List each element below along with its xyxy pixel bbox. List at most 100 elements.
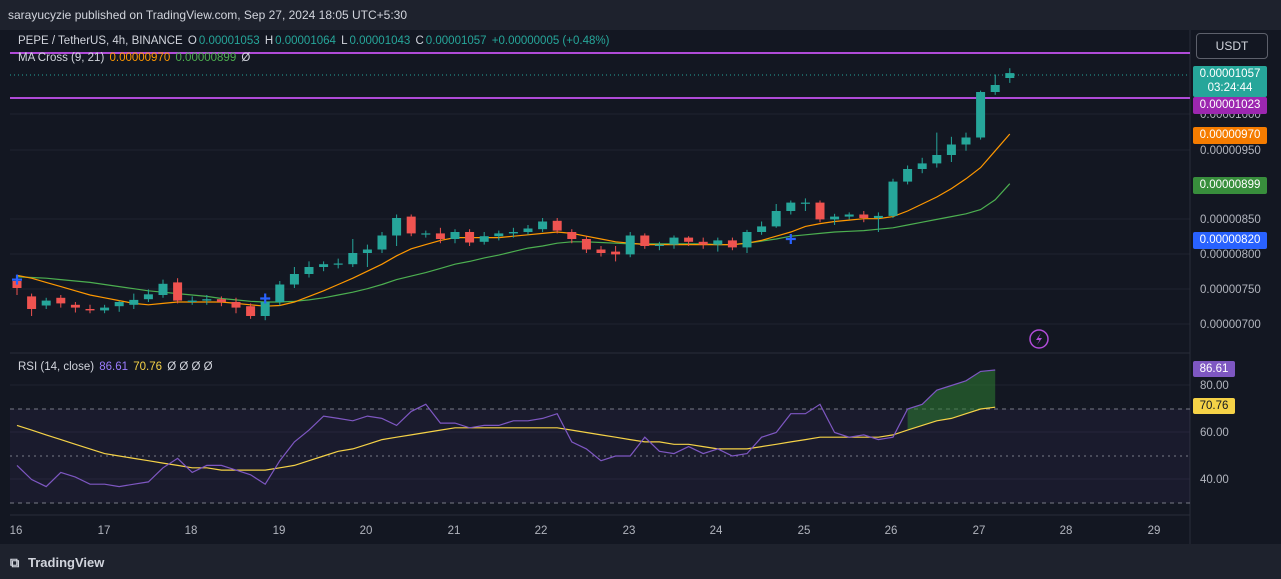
- price-label: 0.00000850: [1200, 214, 1261, 226]
- candle: [786, 200, 796, 215]
- time-label: 26: [885, 525, 898, 537]
- candle: [552, 218, 562, 234]
- rsi-tag: 86.61: [1193, 361, 1235, 377]
- candle-body: [830, 216, 840, 220]
- ma-fast-tag: 0.00000970: [1193, 127, 1267, 144]
- time-axis-labels: 16 17 18 19 20 21 22 23 24 25 26 27 28 29: [10, 525, 1161, 537]
- candle: [888, 178, 898, 218]
- candle-body: [114, 302, 124, 307]
- candle-body: [873, 215, 883, 218]
- candle-body: [479, 236, 489, 242]
- candle-body: [888, 181, 898, 216]
- candle: [859, 211, 869, 223]
- candle-body: [1005, 73, 1015, 78]
- candle-body: [844, 214, 854, 217]
- ma-fast-line: [16, 133, 1011, 307]
- ma-fast-value: 0.00000970: [109, 52, 171, 64]
- ma-label: MA Cross (9, 21): [18, 52, 105, 64]
- time-label: 21: [448, 525, 461, 537]
- candle-body: [552, 220, 562, 231]
- symbol-name: PEPE / TetherUS, 4h, BINANCE: [18, 35, 183, 47]
- candle: [465, 229, 475, 246]
- candle-body: [216, 299, 226, 302]
- candle: [41, 297, 51, 309]
- ma-legend[interactable]: MA Cross (9, 21) 0.00000970 0.00000899 Ø: [18, 52, 252, 64]
- candle-body: [231, 302, 241, 308]
- time-label: 23: [623, 525, 636, 537]
- footer-bar: ⧉ TradingView: [0, 544, 1281, 579]
- candle: [654, 241, 664, 251]
- last-price-tag: 0.00001057 03:24:44: [1193, 66, 1267, 97]
- candle-body: [173, 282, 183, 301]
- candle-body: [523, 228, 533, 232]
- candle-body: [917, 163, 927, 169]
- lightning-icon[interactable]: [1029, 329, 1049, 349]
- candle: [56, 295, 66, 308]
- time-label: 25: [798, 525, 811, 537]
- close-value: 0.00001057: [425, 35, 487, 47]
- candle-body: [903, 169, 913, 182]
- high-value: 0.00001064: [275, 35, 336, 47]
- candle: [392, 214, 402, 246]
- candle-body: [567, 232, 577, 239]
- candle: [289, 267, 299, 288]
- candle-body: [581, 239, 591, 250]
- candle-body: [859, 214, 869, 218]
- candle: [581, 236, 591, 253]
- candle: [494, 230, 504, 241]
- candle-body: [56, 297, 66, 304]
- chart-canvas[interactable]: 0.00001000 0.00000950 0.00000850 0.00000…: [0, 0, 1281, 579]
- candle: [333, 258, 343, 269]
- candle-body: [348, 253, 358, 265]
- open-value: 0.00001053: [198, 35, 260, 47]
- candle: [450, 229, 460, 244]
- candle: [27, 293, 37, 316]
- candle-body: [377, 235, 387, 250]
- candle-body: [319, 264, 329, 267]
- candle-body: [100, 307, 110, 311]
- candle: [800, 198, 810, 211]
- candle-body: [143, 294, 153, 300]
- candle-body: [611, 251, 621, 255]
- currency-button[interactable]: USDT: [1196, 33, 1268, 59]
- candle-body: [946, 144, 956, 155]
- candle: [844, 212, 854, 220]
- candle: [173, 278, 183, 304]
- rsi-legend[interactable]: RSI (14, close) 86.61 70.76 Ø Ø Ø Ø: [18, 361, 215, 373]
- ma-slow-value: 0.00000899: [175, 52, 237, 64]
- candle-body: [333, 263, 343, 265]
- candle-body: [260, 302, 270, 316]
- time-label: 24: [710, 525, 723, 537]
- candle-body: [202, 299, 212, 301]
- candle-body: [362, 249, 372, 253]
- resistance-tag: 0.00001023: [1193, 97, 1267, 114]
- tradingview-logo-icon: ⧉: [10, 555, 20, 570]
- candle: [479, 232, 489, 245]
- tradingview-logo[interactable]: ⧉ TradingView: [10, 555, 104, 571]
- last-price-value: 0.00001057: [1199, 68, 1261, 80]
- candle: [187, 296, 197, 305]
- candle: [362, 244, 372, 267]
- candle-body: [421, 233, 431, 235]
- candle-body: [158, 283, 168, 295]
- candle: [129, 293, 139, 309]
- symbol-legend[interactable]: PEPE / TetherUS, 4h, BINANCE O 0.00001053…: [18, 35, 611, 47]
- candle-body: [508, 232, 518, 234]
- candle-body: [757, 226, 767, 232]
- candle: [406, 214, 416, 237]
- candle-body: [800, 202, 810, 204]
- candle-body: [435, 233, 445, 239]
- candle-body: [406, 216, 416, 234]
- candle-body: [70, 304, 80, 308]
- candle: [976, 90, 986, 140]
- candle-body: [669, 237, 679, 245]
- time-label: 29: [1148, 525, 1161, 537]
- time-label: 20: [360, 525, 373, 537]
- candle: [640, 233, 650, 249]
- candle-body: [187, 300, 197, 302]
- price-label: 0.00000750: [1200, 284, 1261, 296]
- rsi-label: 60.00: [1200, 427, 1229, 439]
- candle: [771, 204, 781, 228]
- candle: [815, 200, 825, 223]
- low-value: 0.00001043: [349, 35, 411, 47]
